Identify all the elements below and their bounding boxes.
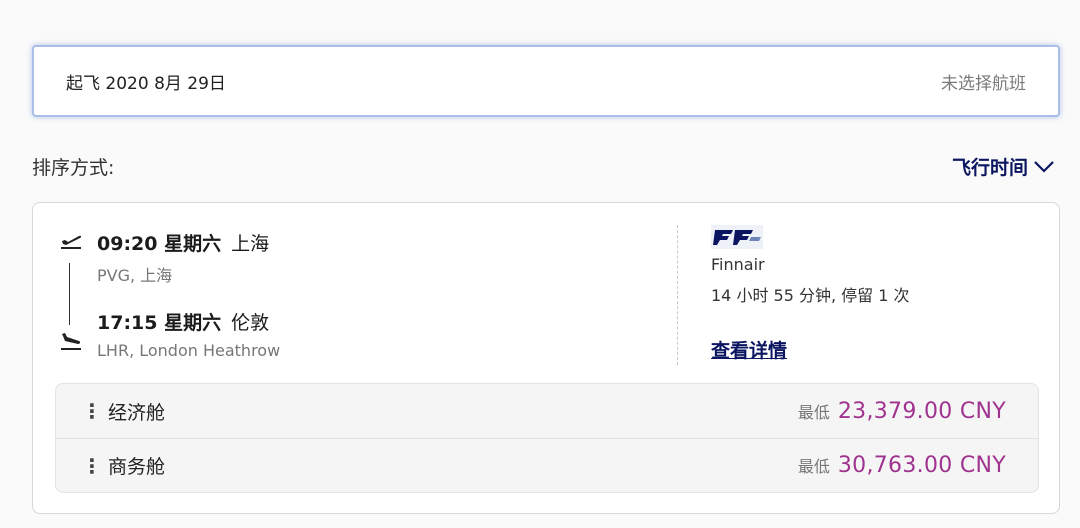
airline-name: Finnair [711, 255, 765, 274]
cabin-name: 商务舱 [108, 456, 166, 478]
arrival-city: 伦敦 [231, 312, 270, 334]
sort-label: 排序方式: [32, 157, 115, 179]
arrival-segment: 17:15 星期六 伦敦 LHR, London Heathrow [97, 308, 280, 360]
finnair-logo [711, 225, 763, 249]
more-options-icon[interactable]: ⋮ [82, 454, 102, 478]
departure-segment: 09:20 星期六 上海 PVG, 上海 [97, 229, 269, 286]
flight-duration: 14 小时 55 分钟, 停留 1 次 [711, 286, 910, 305]
more-options-icon[interactable]: ⋮ [82, 399, 102, 423]
airline-info: Finnair 14 小时 55 分钟, 停留 1 次 查看详情 [711, 225, 910, 363]
departure-airport: PVG, 上海 [97, 266, 173, 285]
cabin-name: 经济舱 [108, 401, 166, 424]
fare-row-economy[interactable]: ⋮ 经济舱 最低 23,379.00 CNY [56, 384, 1038, 438]
sort-dropdown[interactable]: 飞行时间 [952, 153, 1056, 180]
departure-city: 上海 [231, 233, 270, 255]
plane-landing-icon [61, 333, 81, 350]
departure-time: 09:20 星期六 [97, 233, 222, 255]
card-divider [677, 225, 678, 365]
chevron-down-icon [1034, 160, 1054, 173]
arrival-time: 17:15 星期六 [97, 312, 222, 334]
fare-price: 23,379.00 CNY [837, 398, 1006, 424]
view-details-link[interactable]: 查看详情 [711, 336, 787, 363]
sort-value: 飞行时间 [951, 157, 1028, 179]
fare-row-business[interactable]: ⋮ 商务舱 最低 30,763.00 CNY [56, 438, 1038, 492]
selection-status: 未选择航班 [941, 73, 1026, 94]
fare-options: ⋮ 经济舱 最低 23,379.00 CNY ⋮ 商务舱 最低 30,763.0… [55, 383, 1039, 493]
departure-date-selector[interactable]: 起飞 2020 8月 29日 未选择航班 [32, 45, 1060, 117]
plane-takeoff-icon [61, 235, 82, 249]
flight-result-card: 09:20 星期六 上海 PVG, 上海 17:15 星期六 伦敦 LHR, Lon… [32, 202, 1060, 514]
arrival-airport: LHR, London Heathrow [97, 341, 281, 360]
departure-date-label: 起飞 2020 8月 29日 [66, 73, 226, 94]
price-from-label: 最低 [797, 402, 830, 422]
fare-price: 30,763.00 CNY [837, 453, 1006, 478]
timeline-line [69, 263, 70, 325]
route-timeline [59, 229, 83, 350]
price-from-label: 最低 [797, 457, 830, 476]
